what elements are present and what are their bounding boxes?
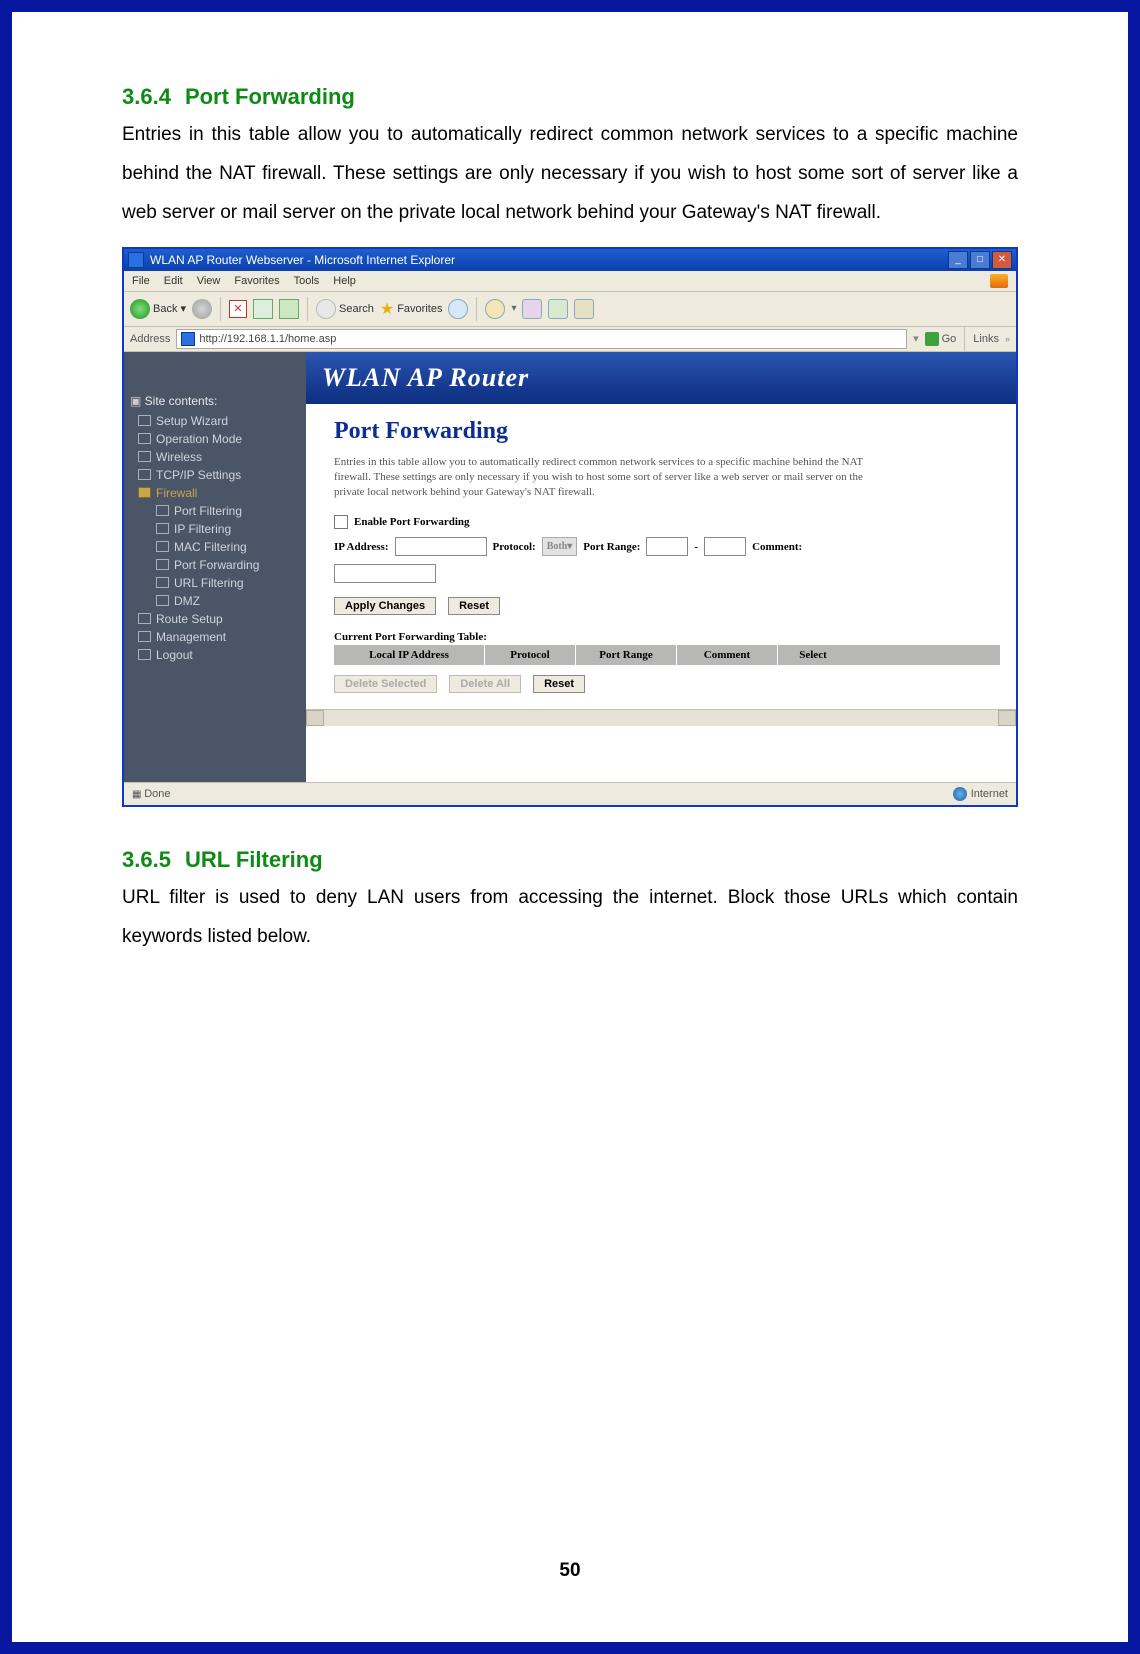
- section-title: URL Filtering: [185, 847, 323, 872]
- nav-management[interactable]: Management: [130, 628, 300, 646]
- mail-button[interactable]: [522, 299, 542, 319]
- address-label: Address: [130, 333, 170, 345]
- table-title: Current Port Forwarding Table:: [334, 631, 1000, 643]
- forward-button[interactable]: [192, 299, 212, 319]
- xp-flag-icon: [990, 274, 1008, 288]
- nav-dmz[interactable]: DMZ: [148, 592, 300, 610]
- comment-label: Comment:: [752, 541, 802, 553]
- reset-table-button[interactable]: Reset: [533, 675, 585, 693]
- star-icon: ★: [380, 299, 394, 319]
- back-icon: [130, 299, 150, 319]
- port-to-input[interactable]: [704, 537, 746, 556]
- section-number: 3.6.4: [122, 84, 171, 109]
- ip-label: IP Address:: [334, 541, 389, 553]
- menu-help[interactable]: Help: [333, 275, 356, 287]
- nav-ip-filtering[interactable]: IP Filtering: [148, 520, 300, 538]
- maximize-button[interactable]: □: [970, 251, 990, 269]
- delete-selected-button[interactable]: Delete Selected: [334, 675, 437, 693]
- nav-tcpip[interactable]: TCP/IP Settings: [130, 466, 300, 484]
- section-number: 3.6.5: [122, 847, 171, 872]
- reset-button[interactable]: Reset: [448, 597, 500, 615]
- links-label[interactable]: Links: [973, 333, 999, 345]
- delete-all-button[interactable]: Delete All: [449, 675, 521, 693]
- nav-route-setup[interactable]: Route Setup: [130, 610, 300, 628]
- search-icon: [316, 299, 336, 319]
- zone-label: Internet: [971, 788, 1008, 800]
- nav-port-filtering[interactable]: Port Filtering: [148, 502, 300, 520]
- page-title: Port Forwarding: [334, 418, 1000, 445]
- ip-input[interactable]: [395, 537, 487, 556]
- stop-button[interactable]: [229, 300, 247, 318]
- address-input[interactable]: http://192.168.1.1/home.asp: [176, 329, 907, 349]
- page-description: Entries in this table allow you to autom…: [334, 455, 894, 500]
- toolbar: Back ▾ Search ★Favorites ▾: [124, 292, 1016, 327]
- media-button[interactable]: [448, 299, 468, 319]
- close-button[interactable]: ✕: [992, 251, 1012, 269]
- nav-mac-filtering[interactable]: MAC Filtering: [148, 538, 300, 556]
- sidebar: ▣ Site contents: Setup Wizard Operation …: [124, 352, 306, 782]
- section-title: Port Forwarding: [185, 84, 355, 109]
- protocol-select[interactable]: Both ▾: [542, 537, 578, 556]
- nav-setup-wizard[interactable]: Setup Wizard: [130, 412, 300, 430]
- window-title: WLAN AP Router Webserver - Microsoft Int…: [150, 253, 455, 267]
- apply-button[interactable]: Apply Changes: [334, 597, 436, 615]
- menu-edit[interactable]: Edit: [164, 275, 183, 287]
- go-icon: [925, 332, 939, 346]
- table-header: Local IP Address Protocol Port Range Com…: [334, 645, 1000, 665]
- nav-logout[interactable]: Logout: [130, 646, 300, 664]
- page-icon: [181, 332, 195, 346]
- nav-port-forwarding[interactable]: Port Forwarding: [148, 556, 300, 574]
- address-bar: Address http://192.168.1.1/home.asp ▾ Go…: [124, 327, 1016, 352]
- internet-zone-icon: [953, 787, 967, 801]
- section-3-6-4-heading: 3.6.4 Port Forwarding: [122, 84, 1018, 110]
- menu-file[interactable]: File: [132, 275, 150, 287]
- menu-favorites[interactable]: Favorites: [234, 275, 279, 287]
- nav-operation-mode[interactable]: Operation Mode: [130, 430, 300, 448]
- menu-tools[interactable]: Tools: [294, 275, 320, 287]
- print-button[interactable]: [548, 299, 568, 319]
- section-3-6-5-heading: 3.6.5 URL Filtering: [122, 847, 1018, 873]
- edit-button[interactable]: [574, 299, 594, 319]
- status-text: Done: [144, 788, 170, 800]
- search-button[interactable]: Search: [316, 299, 374, 319]
- port-range-label: Port Range:: [583, 541, 640, 553]
- refresh-button[interactable]: [253, 299, 273, 319]
- status-bar: ▦ Done Internet: [124, 782, 1016, 805]
- router-banner: WLAN AP Router: [306, 352, 1016, 404]
- minimize-button[interactable]: _: [948, 251, 968, 269]
- nav-firewall[interactable]: Firewall: [130, 484, 300, 502]
- menu-view[interactable]: View: [197, 275, 221, 287]
- page-number: 50: [12, 1560, 1128, 1582]
- nav-wireless[interactable]: Wireless: [130, 448, 300, 466]
- nav-url-filtering[interactable]: URL Filtering: [148, 574, 300, 592]
- enable-checkbox[interactable]: [334, 515, 348, 529]
- go-button[interactable]: Go: [925, 332, 957, 346]
- comment-input[interactable]: [334, 564, 436, 583]
- history-button[interactable]: [485, 299, 505, 319]
- horizontal-scrollbar[interactable]: [306, 709, 1016, 726]
- section-3-6-4-body: Entries in this table allow you to autom…: [122, 116, 1018, 233]
- enable-label: Enable Port Forwarding: [354, 516, 470, 528]
- protocol-label: Protocol:: [493, 541, 536, 553]
- ie-icon: [128, 252, 144, 268]
- back-button[interactable]: Back ▾: [130, 299, 186, 319]
- sidebar-heading: Site contents:: [145, 394, 218, 408]
- home-button[interactable]: [279, 299, 299, 319]
- favorites-button[interactable]: ★Favorites: [380, 299, 443, 319]
- window-titlebar: WLAN AP Router Webserver - Microsoft Int…: [124, 249, 1016, 271]
- section-3-6-5-body: URL filter is used to deny LAN users fro…: [122, 879, 1018, 957]
- menu-bar: File Edit View Favorites Tools Help: [124, 271, 1016, 292]
- port-from-input[interactable]: [646, 537, 688, 556]
- ie-screenshot: WLAN AP Router Webserver - Microsoft Int…: [122, 247, 1018, 807]
